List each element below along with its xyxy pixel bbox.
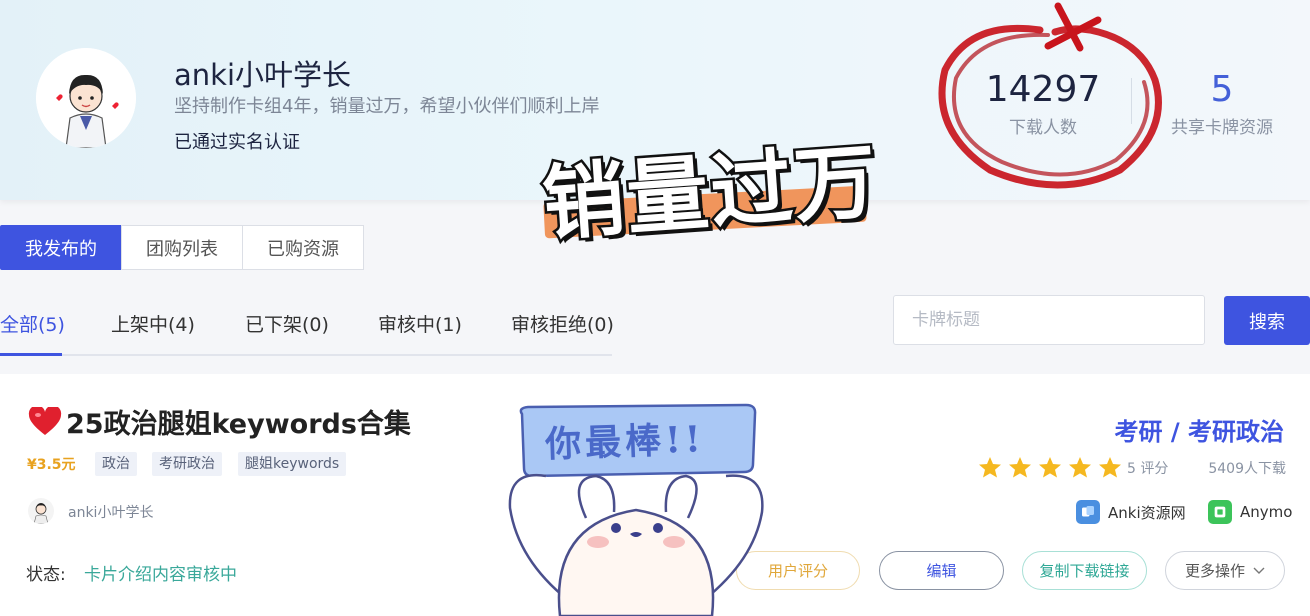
shared-label: 共享卡牌资源 [1171,118,1273,138]
tag-politics: 政治 [95,452,137,476]
star-icon [1039,457,1061,478]
platform-anki-label: Anki资源网 [1108,503,1186,522]
tab-published[interactable]: 我发布的 [0,225,122,270]
star-icon [979,457,1001,478]
heart-icon [28,406,62,435]
user-rating-button[interactable]: 用户评分 [736,551,860,590]
star-icon [1009,457,1031,478]
card-title: 25政治腿姐keywords合集 [66,409,411,440]
anymo-icon [1208,500,1232,524]
card-price: ¥3.5元 [27,457,76,473]
status-value: 卡片介绍内容审核中 [84,565,237,585]
sticker-headline: 销量过万 [537,132,884,255]
downloads-count: 14297 [985,69,1101,110]
star-rating [978,456,1122,478]
shared-stat[interactable]: 5 共享卡牌资源 [1160,69,1284,139]
downloads-label: 下载人数 [1009,118,1077,138]
author-avatar [28,498,54,524]
filter-all[interactable]: 全部(5) [0,310,65,337]
rating-count: 5 评分 [1127,461,1169,477]
card-category[interactable]: 考研 / 考研政治 [1115,412,1284,447]
user-bio: 坚持制作卡组4年，销量过万，希望小伙伴们顺利上岸 [174,96,600,117]
card-title-row[interactable]: 25政治腿姐keywords合集 [28,402,411,441]
search-button[interactable]: 搜索 [1224,296,1310,345]
user-name: anki小叶学长 [174,58,352,92]
filter-delisted[interactable]: 已下架(0) [245,310,329,337]
status-filters: 全部(5) 上架中(4) 已下架(0) 审核中(1) 审核拒绝(0) [0,300,614,356]
tag-kaoyan-politics: 考研政治 [152,452,222,476]
verified-status: 已通过实名认证 [174,132,300,153]
active-filter-indicator [0,353,62,356]
downloads-stat: 14297 下载人数 [978,69,1108,139]
platform-anymo[interactable]: Anymo [1208,500,1292,524]
star-icon [1099,457,1121,478]
avatar-illustration [36,48,136,148]
filter-reviewing[interactable]: 审核中(1) [378,310,462,337]
filter-listed[interactable]: 上架中(4) [111,310,195,337]
anki-resource-icon [1076,500,1100,524]
stat-divider [1131,78,1132,124]
tab-purchased[interactable]: 已购资源 [242,225,364,270]
section-tabs: 我发布的 团购列表 已购资源 [0,225,364,270]
tab-group-buy[interactable]: 团购列表 [121,225,243,270]
filter-rejected[interactable]: 审核拒绝(0) [511,310,614,337]
status-label: 状态: [26,565,66,585]
search-input[interactable] [893,295,1205,345]
author-name[interactable]: anki小叶学长 [68,502,153,522]
download-count: 5409人下载 [1208,461,1286,477]
bunny-sign-text: 你最棒!! [544,418,706,466]
platform-anki-resource[interactable]: Anki资源网 [1076,500,1186,524]
shared-count: 5 [1210,69,1234,110]
copy-link-button[interactable]: 复制下载链接 [1022,551,1147,590]
tag-keywords: 腿姐keywords [238,452,347,476]
more-actions-button[interactable]: 更多操作 [1165,551,1285,590]
platform-anymo-label: Anymo [1240,503,1293,521]
more-actions-label: 更多操作 [1184,562,1245,580]
profile-avatar [36,48,136,148]
headline-sticker: 销量过万 [536,120,926,255]
resource-card: 25政治腿姐keywords合集 ¥3.5元 政治 考研政治 腿姐keyword… [0,374,1310,616]
edit-button[interactable]: 编辑 [879,551,1004,590]
chevron-down-icon [1253,567,1265,574]
star-icon [1069,457,1091,478]
